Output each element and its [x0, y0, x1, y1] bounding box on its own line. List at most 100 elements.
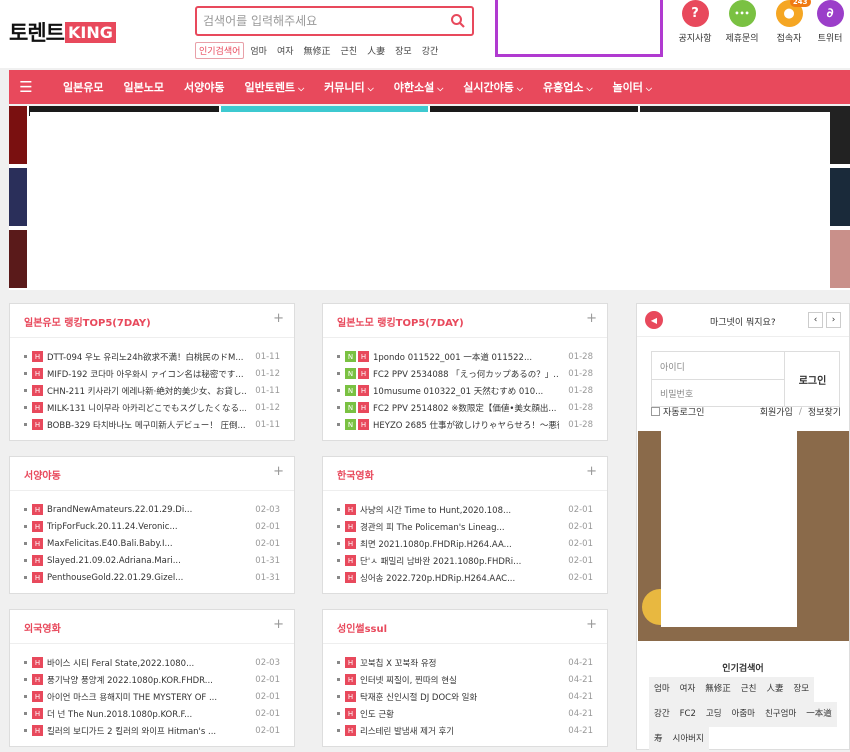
list-item[interactable]: H 최면 2021.1080p.FHDRip.H264.AA... 02-01 — [337, 535, 593, 552]
nav-item-community[interactable]: 커뮤니티 ⌵ — [324, 79, 374, 95]
list-item[interactable]: H 경관의 피 The Policeman's Lineag... 02-01 — [337, 518, 593, 535]
hot-keyword[interactable]: 근친 — [341, 44, 358, 57]
panel-title[interactable]: 서양야동 — [24, 467, 61, 482]
search-icon[interactable] — [450, 13, 466, 29]
list-item[interactable]: H 단'ㅅ 패밀리 남바완 2021.1080p.FHDRi... 02-01 — [337, 552, 593, 569]
notice-label: 공지사항 — [678, 34, 712, 44]
find-info-link[interactable]: 정보찾기 — [808, 405, 841, 418]
panel-title[interactable]: 한국영화 — [337, 467, 374, 482]
list-item[interactable]: H 인터넷 찌질이, 찐따의 현실 04-21 — [337, 671, 593, 688]
list-item[interactable]: H DTT-094 우노 유리노24h欲求不満！白桃民のドM... 01-11 — [24, 348, 280, 365]
hot-keyword[interactable]: 人妻 — [367, 44, 385, 57]
banner-thumb[interactable] — [830, 230, 850, 288]
popular-keyword[interactable]: 고딩 — [700, 702, 727, 727]
nav-item-novels[interactable]: 야한소설 ⌵ — [394, 79, 444, 95]
list-item[interactable]: H 꼬북칩 X 꼬북좌 유정 04-21 — [337, 654, 593, 671]
popular-keyword[interactable]: 一本道 — [801, 702, 837, 727]
nav-item-playground[interactable]: 놀이터 ⌵ — [613, 79, 652, 95]
notice-button[interactable]: ? 공지사항 — [675, 0, 715, 44]
twitter-button[interactable]: ∂ 트위터 — [810, 0, 850, 44]
username-field[interactable]: 아이디 — [652, 352, 784, 380]
list-item[interactable]: H 사냥의 시간 Time to Hunt,2020.108... 02-01 — [337, 501, 593, 518]
list-item[interactable]: H 탁재훈 신인시절 DJ DOC와 일화 04-21 — [337, 688, 593, 705]
list-item[interactable]: NHHEYZO 2685 仕事が欲しけりゃヤらせろ！～悪徳プ...01-28 — [337, 416, 593, 433]
popular-keyword[interactable]: 장모 — [788, 677, 815, 702]
notice-text[interactable]: 마그넷이 뭐지요? — [710, 315, 776, 328]
popular-keyword[interactable]: 시아버지 — [667, 727, 709, 752]
plus-icon[interactable]: + — [273, 311, 284, 326]
panel-title[interactable]: 일본노모 랭킹TOP5(7DAY) — [337, 314, 464, 329]
hot-keyword[interactable]: 無修正 — [304, 44, 331, 57]
popular-keyword[interactable]: 無修正 — [700, 677, 736, 702]
list-item[interactable]: H 풍기낙양 풍양계 2022.1080p.KOR.FHDR... 02-01 — [24, 671, 280, 688]
list-item[interactable]: N H 10musume 010322_01 天然むすめ 010... 01-28 — [337, 382, 593, 399]
plus-icon[interactable]: + — [273, 464, 284, 479]
list-item[interactable]: N H FC2 PPV 2514802 ※数限定【価値•美女顔出... 01-28 — [337, 399, 593, 416]
popular-keyword[interactable]: 여자 — [674, 677, 701, 702]
hot-keyword[interactable]: 엄마 — [250, 44, 267, 57]
top-ad-banner[interactable] — [495, 0, 663, 57]
visitors-button[interactable]: ● 243 접속자 — [769, 0, 811, 44]
list-item[interactable]: H PenthouseGold.22.01.29.Gizel... 01-31 — [24, 569, 280, 586]
list-item[interactable]: H 아이언 마스크 용해지미 THE MYSTERY OF ... 02-01 — [24, 688, 280, 705]
list-item[interactable]: N H 1pondo 011522_001 一本道 011522... 01-28 — [337, 348, 593, 365]
popular-keyword[interactable]: 寿 — [649, 727, 668, 752]
site-logo[interactable]: 토렌트 KING — [9, 17, 116, 47]
list-item[interactable]: H MaxFelicitas.E40.Bali.Baby.I... 02-01 — [24, 535, 280, 552]
nav-item-jp-uncensored[interactable]: 일본노모 — [123, 79, 163, 95]
list-item[interactable]: H BrandNewAmateurs.22.01.29.Di... 02-03 — [24, 501, 280, 518]
nav-item-jp-censored[interactable]: 일본유모 — [63, 79, 103, 95]
hamburger-icon[interactable]: ☰ — [9, 78, 43, 96]
plus-icon[interactable]: + — [586, 464, 597, 479]
next-button[interactable]: › — [826, 312, 841, 328]
auto-login-label[interactable]: 자동로그인 — [663, 405, 704, 418]
popular-keyword[interactable]: 아줌마 — [726, 702, 760, 727]
sidebar-ad-banner[interactable] — [638, 431, 849, 641]
banner-thumb[interactable] — [9, 230, 27, 288]
list-item[interactable]: H Slayed.21.09.02.Adriana.Mari... 01-31 — [24, 552, 280, 569]
list-item[interactable]: N H FC2 PPV 2534088 「えっ何カップあるの？」... 01-28 — [337, 365, 593, 382]
nav-item-live[interactable]: 실시간야동 ⌵ — [463, 79, 523, 95]
auto-login-checkbox[interactable] — [651, 407, 660, 416]
panel-title[interactable]: 성인썰ssul — [337, 620, 387, 635]
nav-item-entertainment[interactable]: 유흥업소 ⌵ — [543, 79, 593, 95]
list-item[interactable]: H 킬러의 보디가드 2 킬러의 와이프 Hitman's ... 02-01 — [24, 722, 280, 739]
list-item[interactable]: H 바이스 시티 Feral State,2022.1080... 02-03 — [24, 654, 280, 671]
list-item[interactable]: H더 넌 The Nun.2018.1080p.KOR.F... 02-01 — [24, 705, 280, 722]
list-item[interactable]: H BOBB-329 타치바나노 메구미新人デビュー！ 圧倒... 01-11 — [24, 416, 280, 433]
plus-icon[interactable]: + — [586, 311, 597, 326]
search-input[interactable] — [203, 12, 441, 30]
panel-title[interactable]: 외국영화 — [24, 620, 61, 635]
password-field[interactable]: 비밀번호 — [652, 379, 784, 407]
prev-button[interactable]: ‹ — [808, 312, 823, 328]
list-item[interactable]: H 리스테린 발냄새 제거 후기 04-21 — [337, 722, 593, 739]
popular-keyword[interactable]: 강간 — [649, 702, 675, 727]
partnership-button[interactable]: ••• 제휴문의 — [722, 0, 762, 44]
list-item[interactable]: H 인도 근황 04-21 — [337, 705, 593, 722]
nav-item-western[interactable]: 서양야동 — [184, 79, 224, 95]
list-item[interactable]: H CHN-211 키사라기 에레나新·絶対的美少女、お貸し... 01-11 — [24, 382, 280, 399]
panel-title[interactable]: 일본유모 랭킹TOP5(7DAY) — [24, 314, 151, 329]
popular-keyword[interactable]: 친구엄마 — [759, 702, 802, 727]
banner-thumb[interactable] — [9, 106, 27, 164]
plus-icon[interactable]: + — [586, 617, 597, 632]
banner-thumb[interactable] — [9, 168, 27, 226]
list-item[interactable]: H MILK-131 니이무라 아카리どこでもスグしたくなる... 01-12 — [24, 399, 280, 416]
list-item[interactable]: H 싱어송 2022.720p.HDRip.H264.AAC... 02-01 — [337, 569, 593, 586]
list-item[interactable]: H MIFD-192 코다마 아우화시 ァイコン名は秘密です... 01-12 — [24, 365, 280, 382]
nav-item-general-torrent[interactable]: 일반토렌트 ⌵ — [244, 79, 304, 95]
popular-keyword[interactable]: 근친 — [735, 677, 762, 702]
new-tag: N — [345, 351, 356, 362]
popular-keyword[interactable]: 人妻 — [761, 677, 789, 702]
list-item[interactable]: H TripForFuck.20.11.24.Veronic... 02-01 — [24, 518, 280, 535]
plus-icon[interactable]: + — [273, 617, 284, 632]
banner-thumb[interactable] — [830, 168, 850, 226]
login-button[interactable]: 로그인 — [784, 352, 840, 407]
join-link[interactable]: 회원가입 — [760, 405, 793, 418]
hot-keyword[interactable]: 장모 — [395, 44, 412, 57]
hot-keyword[interactable]: 강간 — [422, 44, 439, 57]
ad-placeholder — [30, 112, 830, 287]
hot-keyword[interactable]: 여자 — [277, 44, 294, 57]
popular-keyword[interactable]: 엄마 — [649, 677, 675, 702]
popular-keyword[interactable]: FC2 — [674, 702, 701, 727]
